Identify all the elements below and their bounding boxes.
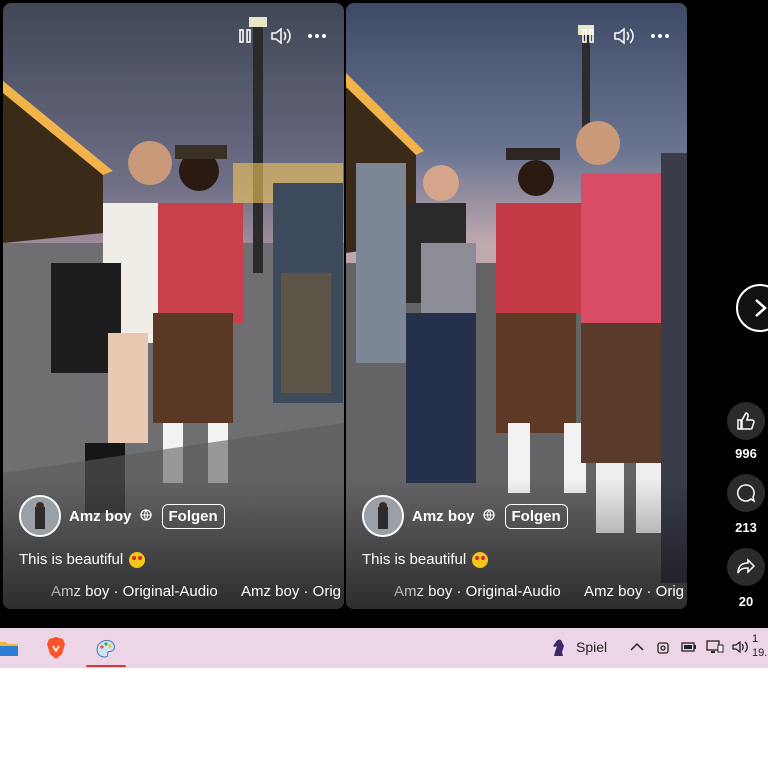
chevron-up-icon[interactable] bbox=[628, 638, 646, 656]
comment-button[interactable] bbox=[727, 474, 765, 512]
caption-text: This is beautiful bbox=[362, 551, 467, 568]
active-app-indicator bbox=[86, 665, 126, 667]
camera-icon[interactable] bbox=[654, 638, 672, 656]
more-icon[interactable] bbox=[306, 25, 328, 47]
volume-icon[interactable] bbox=[613, 25, 635, 47]
audio-text-repeat: Amz boy · Orig bbox=[584, 583, 685, 600]
like-button[interactable] bbox=[727, 402, 765, 440]
chess-icon bbox=[553, 639, 564, 656]
video-feed: Amz boy Folgen This is beautiful Amz boy… bbox=[0, 0, 768, 628]
follow-button[interactable]: Folgen bbox=[161, 503, 225, 529]
battery-icon[interactable] bbox=[680, 638, 698, 656]
audio-text: Amz boy · Original-Audio bbox=[51, 583, 218, 600]
game-label: Spiel bbox=[576, 639, 608, 655]
volume-icon[interactable] bbox=[270, 25, 292, 47]
author-name[interactable]: Amz boy bbox=[412, 508, 475, 525]
comment-count: 213 bbox=[735, 520, 757, 535]
audio-text: Amz boy · Original-Audio bbox=[394, 583, 561, 600]
author-name[interactable]: Amz boy bbox=[69, 508, 132, 525]
system-tray bbox=[628, 638, 750, 656]
audio-text-repeat: Amz boy · Orig bbox=[241, 583, 342, 600]
star-eyes-emoji-icon bbox=[472, 551, 489, 568]
player-controls bbox=[234, 25, 328, 47]
avatar[interactable] bbox=[362, 495, 404, 537]
next-video-button[interactable] bbox=[736, 284, 768, 332]
player-controls bbox=[577, 25, 671, 47]
caption-text: This is beautiful bbox=[19, 551, 124, 568]
video-caption: This is beautiful bbox=[19, 551, 146, 568]
comment-icon bbox=[736, 484, 756, 503]
share-button[interactable] bbox=[727, 548, 765, 586]
like-icon bbox=[737, 412, 755, 430]
like-count: 996 bbox=[735, 446, 757, 461]
globe-icon bbox=[482, 508, 495, 524]
author-row: Amz boy Folgen bbox=[19, 495, 225, 537]
share-count: 20 bbox=[738, 594, 754, 609]
network-icon[interactable] bbox=[706, 638, 724, 656]
game-widget[interactable]: Spiel bbox=[548, 636, 607, 658]
brave-icon[interactable] bbox=[44, 636, 68, 660]
folder-icon[interactable] bbox=[0, 636, 20, 660]
pause-icon[interactable] bbox=[577, 25, 599, 47]
chevron-right-icon bbox=[755, 299, 767, 317]
clock-time: 1 bbox=[752, 633, 759, 645]
audio-ticker[interactable]: Amz boy · Original-Audio Amz boy · Orig bbox=[346, 583, 687, 603]
star-eyes-emoji-icon bbox=[129, 551, 146, 568]
author-row: Amz boy Folgen bbox=[362, 495, 568, 537]
more-icon[interactable] bbox=[649, 25, 671, 47]
share-icon bbox=[737, 558, 756, 574]
follow-button[interactable]: Folgen bbox=[504, 503, 568, 529]
globe-icon bbox=[139, 508, 152, 524]
audio-ticker[interactable]: Amz boy · Original-Audio Amz boy · Orig bbox=[3, 583, 344, 603]
video-card-2[interactable]: Amz boy Folgen This is beautiful Amz boy… bbox=[346, 3, 687, 609]
speaker-icon[interactable] bbox=[732, 638, 750, 656]
avatar[interactable] bbox=[19, 495, 61, 537]
system-clock[interactable]: 1 19. bbox=[752, 632, 767, 660]
pause-icon[interactable] bbox=[234, 25, 256, 47]
clock-date: 19. bbox=[752, 647, 768, 659]
taskbar: Spiel 1 19. bbox=[0, 628, 768, 668]
paint-icon[interactable] bbox=[94, 636, 118, 660]
video-caption: This is beautiful bbox=[362, 551, 489, 568]
video-card-1[interactable]: Amz boy Folgen This is beautiful Amz boy… bbox=[3, 3, 344, 609]
